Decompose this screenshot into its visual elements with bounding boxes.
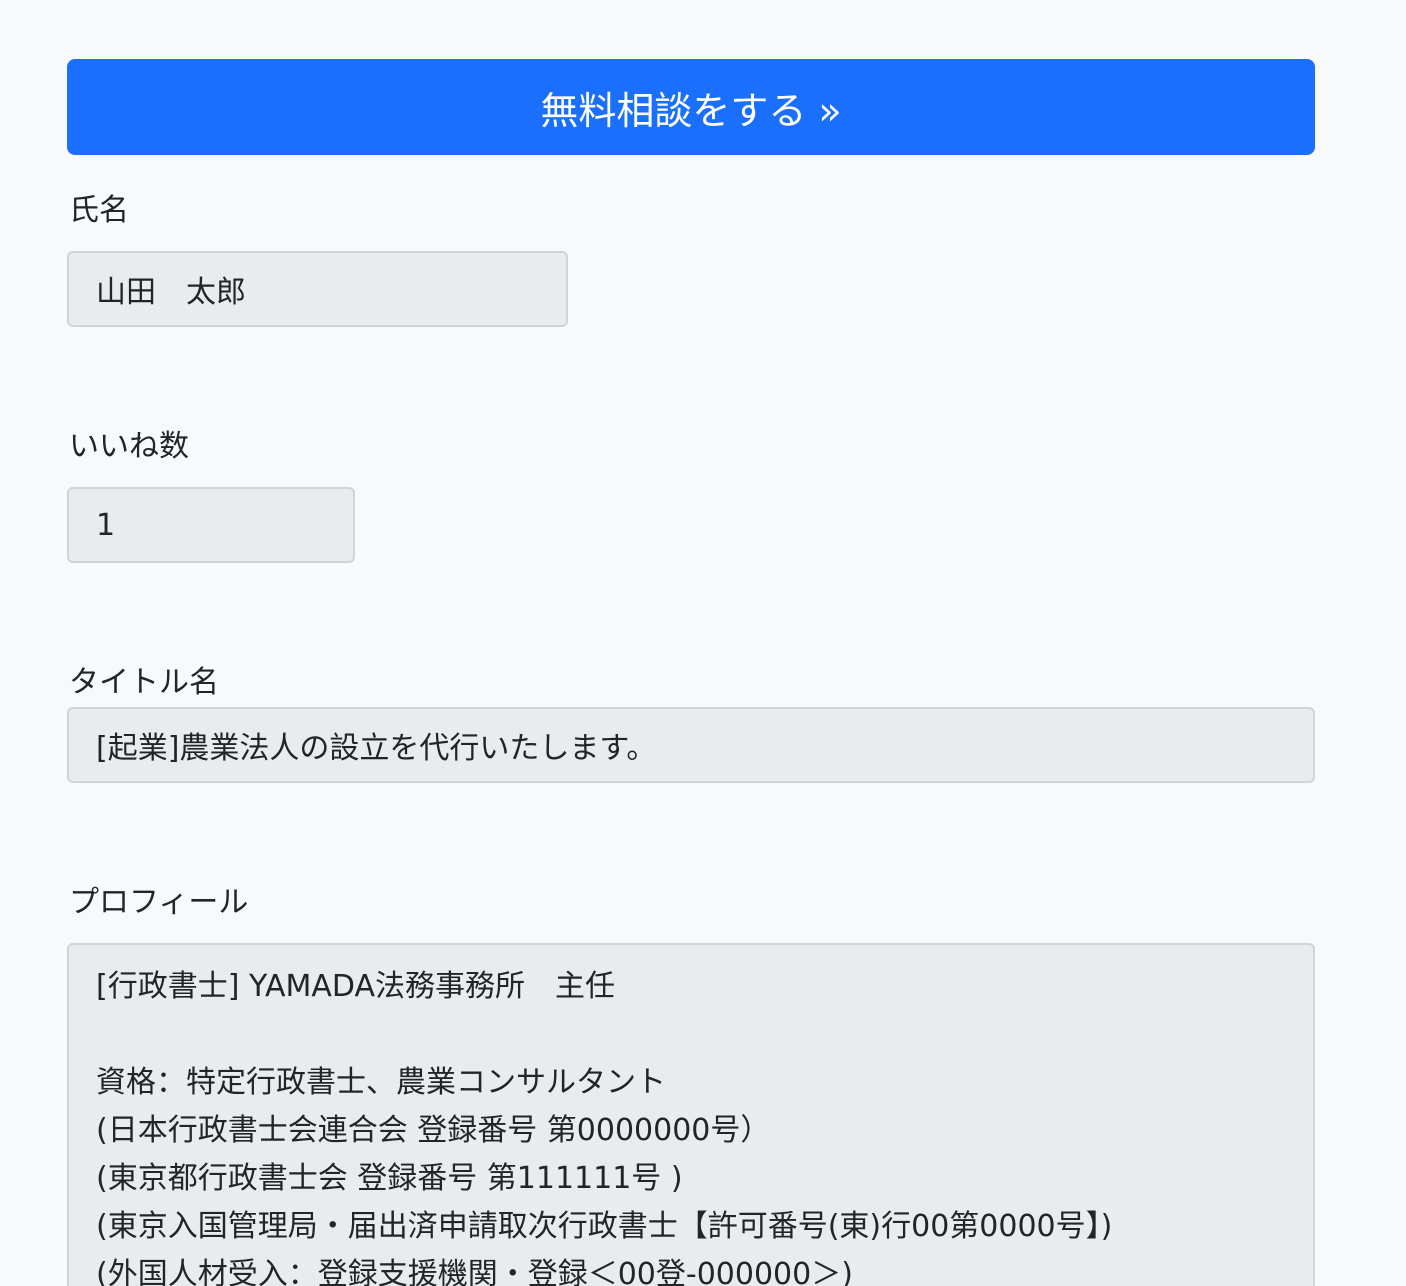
profile-line: 資格：特定行政書士、農業コンサルタント — [96, 1065, 666, 1100]
likes-label: いいね数 — [69, 429, 189, 464]
profile-line: (東京入国管理局・届出済申請取次行政書士【許可番号(東)行00第0000号】) — [96, 1209, 1113, 1244]
profile-line: (東京都行政書士会 登録番号 第111111号 ) — [96, 1161, 683, 1196]
profile-line — [96, 1011, 1313, 1059]
profile-textarea: [行政書士] YAMADA法務事務所 主任 資格：特定行政書士、農業コンサルタン… — [67, 943, 1315, 1286]
title-value: [起業]農業法人の設立を代行いたします。 — [96, 731, 657, 766]
title-label: タイトル名 — [69, 665, 219, 700]
profile-line: (外国人材受入：登録支援機関・登録＜00登-000000＞) — [96, 1257, 853, 1286]
name-field: 山田 太郎 — [67, 251, 568, 327]
profile-line: (日本行政書士会連合会 登録番号 第0000000号） — [96, 1113, 771, 1148]
free-consultation-button-label: 無料相談をする » — [540, 88, 842, 133]
consultation-detail-page: 無料相談をする » 氏名 山田 太郎 いいね数 1 タイトル名 [起業]農業法人… — [0, 0, 1406, 1286]
likes-count-field: 1 — [67, 487, 355, 563]
title-field: [起業]農業法人の設立を代行いたします。 — [67, 707, 1315, 783]
free-consultation-button[interactable]: 無料相談をする » — [67, 59, 1315, 155]
profile-line: [行政書士] YAMADA法務事務所 主任 — [96, 969, 615, 1004]
name-value: 山田 太郎 — [96, 275, 246, 310]
name-label: 氏名 — [69, 193, 129, 228]
profile-label: プロフィール — [69, 885, 249, 920]
likes-count-value: 1 — [96, 507, 116, 543]
